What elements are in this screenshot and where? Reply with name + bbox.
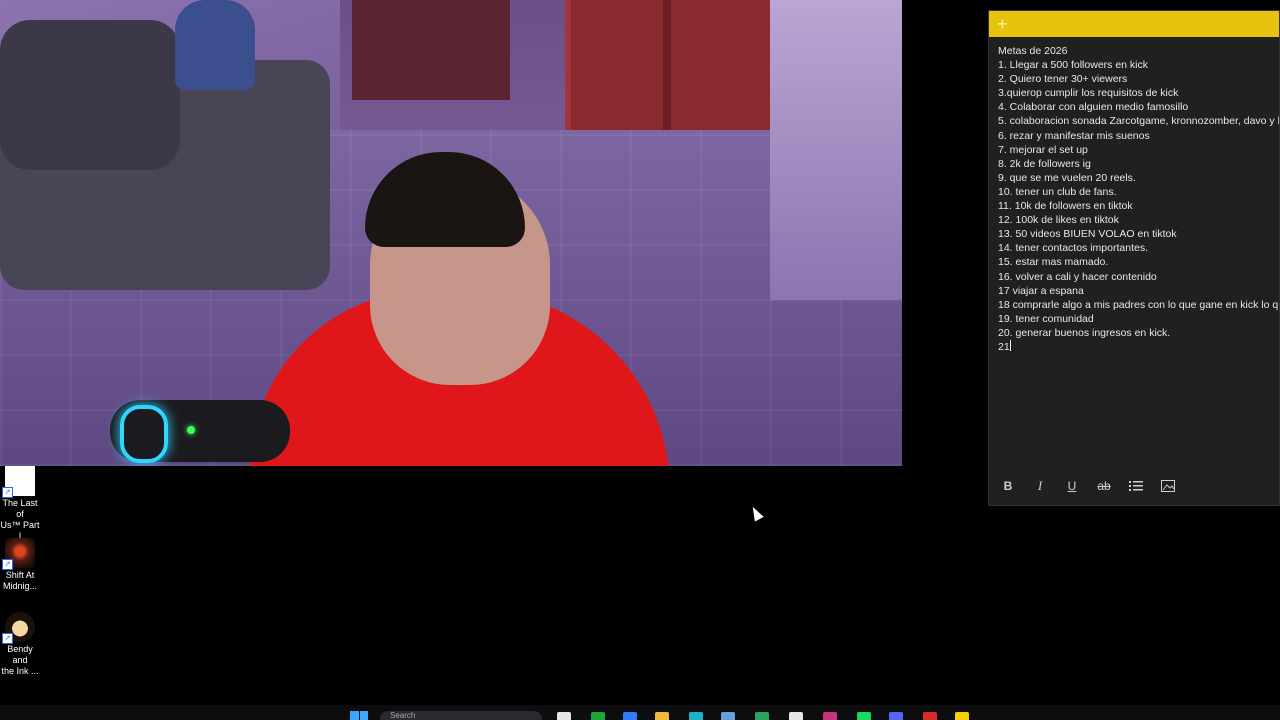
- note-line: 18 comprarle algo a mis padres con lo qu…: [998, 298, 1279, 311]
- note-line: 10. tener un club de fans.: [998, 185, 1117, 198]
- bullet-list-button[interactable]: [1127, 477, 1145, 495]
- sticky-notes-icon[interactable]: [955, 712, 969, 720]
- plus-icon[interactable]: +: [997, 15, 1008, 33]
- desktop-icon-label: Shift At: [5, 570, 35, 580]
- shortcut-arrow-icon: ↗: [2, 633, 13, 644]
- webcam-overlay: [0, 0, 902, 466]
- last-of-us-icon: ↗: [2, 466, 35, 498]
- desktop-icon-last-of-us[interactable]: ↗ The Last of Us™ Part I: [0, 466, 40, 542]
- note-line: 1. Llegar a 500 followers en kick: [998, 59, 1148, 72]
- note-line: 12. 100k de likes en tiktok: [998, 214, 1119, 227]
- note-line: 14. tener contactos importantes.: [998, 242, 1148, 255]
- start-button[interactable]: [350, 711, 368, 720]
- shortcut-arrow-icon: ↗: [2, 559, 13, 570]
- desktop-icon-shift-at-midnight[interactable]: ↗ Shift At Midnig...: [0, 538, 40, 592]
- note-line: 16. volver a cali y hacer contenido: [998, 270, 1157, 283]
- note-line: 2. Quiero tener 30+ viewers: [998, 73, 1128, 86]
- sofa-back: [0, 20, 180, 170]
- microphone-light: [120, 405, 168, 463]
- text-caret: [1009, 339, 1011, 351]
- room-double-door: [565, 0, 782, 130]
- taskbar-app-icon[interactable]: [557, 712, 571, 720]
- taskbar-app-icon[interactable]: [789, 712, 803, 720]
- strikethrough-button[interactable]: ab: [1095, 477, 1113, 495]
- desktop-icon-label: Bendy and: [7, 644, 33, 665]
- note-line: 8. 2k de followers ig: [998, 157, 1091, 170]
- taskbar-search[interactable]: Search: [380, 711, 542, 720]
- store-icon[interactable]: [721, 712, 735, 720]
- note-line: 3.quierop cumplir los requisitos de kick: [998, 87, 1179, 100]
- bendy-icon: ↗: [2, 612, 35, 644]
- windows-logo-icon: [359, 711, 368, 720]
- desktop-icon-label: Midnig...: [2, 581, 37, 591]
- edge-icon[interactable]: [689, 712, 703, 720]
- note-line: 4. Colaborar con alguien medio famosillo: [998, 101, 1189, 114]
- room-door: [352, 0, 510, 100]
- desktop-icon-label: The Last of: [2, 498, 38, 519]
- shortcut-arrow-icon: ↗: [2, 487, 13, 498]
- shift-at-midnight-icon: ↗: [2, 538, 35, 570]
- windows-logo-icon: [350, 711, 359, 720]
- spotify-icon[interactable]: [857, 712, 871, 720]
- taskbar: Search: [0, 705, 1280, 720]
- note-title: Metas de 2026: [998, 45, 1068, 57]
- taskbar-app-icon[interactable]: [755, 712, 769, 720]
- italic-button[interactable]: I: [1031, 477, 1049, 495]
- sticky-note-header[interactable]: +: [989, 11, 1279, 37]
- note-line: 9. que se me vuelen 20 reels.: [998, 171, 1136, 184]
- note-current-text: 21: [998, 340, 1010, 353]
- taskbar-app-icon[interactable]: [623, 712, 637, 720]
- microphone-led: [187, 426, 195, 434]
- note-line: 5. colaboracion sonada Zarcotgame, kronn…: [998, 115, 1279, 128]
- format-toolbar: B I U ab: [989, 473, 1280, 499]
- note-line: 20. generar buenos ingresos en kick.: [998, 326, 1171, 339]
- note-line: 13. 50 videos BIUEN VOLAO en tiktok: [998, 228, 1177, 241]
- room-wall-right: [770, 0, 902, 300]
- note-line: 17 viajar a espana: [998, 284, 1084, 297]
- note-line: 7. mejorar el set up: [998, 143, 1088, 156]
- desktop-icon-label: the Ink ...: [1, 666, 39, 676]
- sticky-note-editor[interactable]: Metas de 2026 1. Llegar a 500 followers …: [989, 37, 1279, 374]
- taskbar-app-icon[interactable]: [823, 712, 837, 720]
- desktop-icon-bendy[interactable]: ↗ Bendy and the Ink ...: [0, 612, 40, 677]
- underline-button[interactable]: U: [1063, 477, 1081, 495]
- doll-figure: [175, 0, 255, 90]
- taskbar-app-icon[interactable]: [923, 712, 937, 720]
- list-icon: [1129, 481, 1143, 491]
- bold-button[interactable]: B: [999, 477, 1017, 495]
- mouse-cursor-icon: [748, 504, 764, 522]
- taskbar-app-icon[interactable]: [591, 712, 605, 720]
- add-image-button[interactable]: [1159, 477, 1177, 495]
- note-line: 11. 10k de followers en tiktok: [998, 200, 1133, 213]
- sticky-note-window[interactable]: + Metas de 2026 1. Llegar a 500 follower…: [988, 10, 1280, 506]
- note-line: 15. estar mas mamado.: [998, 256, 1109, 269]
- folder-icon[interactable]: [655, 712, 669, 720]
- note-line: 19. tener comunidad: [998, 312, 1094, 325]
- note-line: 6. rezar y manifestar mis suenos: [998, 129, 1150, 142]
- discord-icon[interactable]: [889, 712, 903, 720]
- note-current-line[interactable]: 21: [998, 339, 1270, 354]
- image-icon: [1161, 480, 1175, 492]
